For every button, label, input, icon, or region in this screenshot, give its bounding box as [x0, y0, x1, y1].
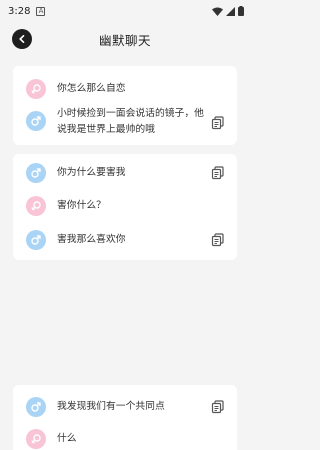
- male-avatar: [26, 111, 46, 131]
- copy-icon[interactable]: [211, 116, 225, 130]
- male-avatar: [26, 397, 46, 417]
- signal-icon: [226, 6, 235, 16]
- message-text: 小时候捡到一面会说话的镜子，他说我是世界上最帅的哦: [57, 108, 204, 135]
- message-text: 我发现我们有一个共同点: [57, 401, 165, 412]
- message-text: 害你什么？: [57, 200, 106, 211]
- message-row: 害你什么？: [13, 196, 237, 216]
- male-avatar: [26, 230, 46, 250]
- female-symbol-icon: [31, 434, 41, 444]
- status-icons: [212, 6, 244, 16]
- battery-icon: [238, 6, 244, 16]
- message-row: 害我那么喜欢你: [13, 230, 237, 250]
- male-symbol-icon: [31, 402, 41, 412]
- message-row: 小时候捡到一面会说话的镜子，他说我是世界上最帅的哦: [13, 108, 237, 142]
- female-avatar: [26, 429, 46, 449]
- header: 幽默聊天: [0, 22, 250, 54]
- male-symbol-icon: [31, 168, 41, 178]
- message-text: 害我那么喜欢你: [57, 234, 126, 245]
- conversation-card: 你为什么要害我 害你什么？ 害我那么喜欢你: [13, 154, 237, 260]
- page-title: 幽默聊天: [98, 33, 151, 48]
- male-symbol-icon: [31, 116, 41, 126]
- conversation-card: 我发现我们有一个共同点 什么: [13, 385, 237, 450]
- copy-icon[interactable]: [211, 233, 225, 247]
- male-avatar: [26, 163, 46, 183]
- female-symbol-icon: [31, 84, 41, 94]
- conversation-card: 你怎么那么自恋 小时候捡到一面会说话的镜子，他说我是世界上最帅的哦: [13, 66, 237, 145]
- female-symbol-icon: [31, 201, 41, 211]
- message-text: 你为什么要害我: [57, 167, 126, 178]
- copy-icon[interactable]: [211, 166, 225, 180]
- status-time: 3:28: [8, 5, 31, 17]
- message-row: 你为什么要害我: [13, 163, 237, 183]
- app-notification-icon: A: [36, 6, 46, 16]
- message-text: 什么: [57, 433, 77, 444]
- copy-icon[interactable]: [211, 400, 225, 414]
- message-text: 你怎么那么自恋: [57, 83, 126, 94]
- message-row: 我发现我们有一个共同点: [13, 397, 237, 417]
- wifi-icon: [212, 7, 223, 16]
- message-row: 你怎么那么自恋: [13, 78, 237, 99]
- female-avatar: [26, 196, 46, 216]
- male-symbol-icon: [31, 235, 41, 245]
- status-bar: 3:28 A: [0, 0, 250, 22]
- female-avatar: [26, 79, 46, 99]
- message-row: 什么: [13, 429, 237, 449]
